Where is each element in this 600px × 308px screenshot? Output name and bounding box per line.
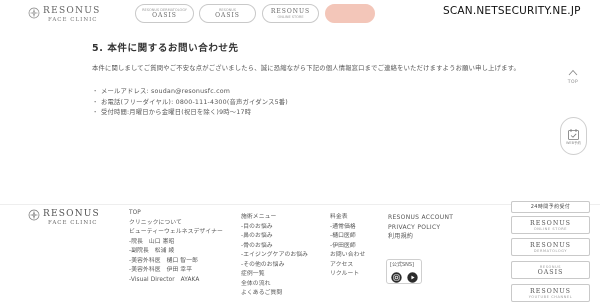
banner-dermatology-title: RESONUS [530, 241, 571, 249]
back-to-top-label: TOP [567, 80, 579, 85]
footer-link-cases[interactable]: 症例一覧 [241, 270, 308, 280]
footer-nav-menu: 施術メニュー -目のお悩み -鼻のお悩み -骨のお悩み -エイジングケアのお悩み… [241, 213, 308, 299]
footer-link-visual-director[interactable]: -Visual Director AYAKA [129, 276, 223, 286]
banner-online-store[interactable]: RESONUS ONLINE STORE [511, 216, 590, 234]
footer-nav-legal: RESONUS ACCOUNT PRIVACY POLICY 利用規約 [388, 213, 453, 242]
clinic-emblem-icon [28, 209, 40, 221]
footer-link-surgeon-ida[interactable]: -美容外科医 伊田 幸平 [129, 266, 223, 276]
contact-item-email: ・メールアドレス: soudan@resonusfc.com [92, 87, 288, 98]
banner-youtube[interactable]: RESONUS YOUTUBE CHANNEL [511, 284, 590, 302]
header-link-oasis-title: OASIS [215, 12, 240, 19]
footer-link-top[interactable]: TOP [129, 209, 223, 219]
bullet: ・ [92, 88, 99, 95]
contact-hours-text: 受付時間:月曜日から金曜日(祝日を除く)9時〜17時 [101, 109, 252, 117]
footer-logo[interactable]: RESONUS FACE CLINIC [28, 209, 118, 231]
header-link-dermatology-title: OASIS [152, 12, 177, 19]
header-link-oasis[interactable]: RESONUS OASIS [199, 4, 256, 23]
footer-logo-sub: FACE CLINIC [48, 220, 98, 226]
footer-link-privacy[interactable]: PRIVACY POLICY [388, 223, 453, 233]
banner-youtube-sub: YOUTUBE CHANNEL [528, 294, 573, 299]
footer-link-price-regular[interactable]: -通常価格 [330, 223, 365, 233]
footer-link-vice-director[interactable]: -副院長 松浦 綾 [129, 247, 223, 257]
footer-link-other[interactable]: -その他のお悩み [241, 261, 308, 271]
footer-link-menu[interactable]: 施術メニュー [241, 213, 308, 223]
footer-link-terms[interactable]: 利用規約 [388, 232, 453, 242]
section-title: 5. 本件に関するお問い合わせ先 [92, 43, 239, 54]
calendar-check-icon [568, 128, 579, 140]
sns-box: [公式SNS] [386, 259, 422, 284]
header-link-online-store-sub: ONLINE STORE [277, 15, 304, 19]
header-link-online-store[interactable]: RESONUS ONLINE STORE [262, 4, 319, 23]
banner-youtube-title: RESONUS [530, 287, 571, 295]
banner-online-store-title: RESONUS [530, 219, 571, 227]
source-watermark: SCAN.NETSECURITY.NE.JP [443, 5, 581, 17]
footer-link-about[interactable]: クリニックについて [129, 219, 223, 229]
footer-link-director[interactable]: -院長 山口 憲昭 [129, 238, 223, 248]
contact-item-hours: ・受付時間:月曜日から金曜日(祝日を除く)9時〜17時 [92, 108, 288, 119]
footer-link-designer[interactable]: ビューティーウェルネスデザイナー [129, 228, 223, 238]
footer-link-nose[interactable]: -鼻のお悩み [241, 232, 308, 242]
footer-link-surgeon-higuchi[interactable]: -美容外科医 樋口 智一郎 [129, 257, 223, 267]
header-logo[interactable]: RESONUS FACE CLINIC [28, 6, 120, 28]
header-reserve-button[interactable] [325, 4, 375, 23]
chevron-up-icon [568, 69, 578, 76]
banner-oasis-title: OASIS [537, 268, 564, 276]
banner-24h-title: 24時間予約受付 [530, 203, 571, 210]
banner-oasis[interactable]: RESONUS OASIS [511, 261, 590, 279]
contact-email-text: メールアドレス: soudan@resonusfc.com [101, 88, 231, 95]
banner-online-store-sub: ONLINE STORE [533, 226, 568, 231]
contact-phone-text: お電話(フリーダイヤル): 0800-111-4300(音声ガイダンス5番) [101, 98, 288, 106]
side-reserve-label: WEB予約 [565, 140, 582, 145]
site-header: RESONUS FACE CLINIC RESONUS DERMATOLOGY … [0, 0, 600, 30]
clinic-emblem-icon [28, 7, 40, 19]
footer-link-contact[interactable]: お問い合わせ [330, 251, 365, 261]
footer-nav-price: 料金表 -通常価格 -樋口医師 -伊田医師 お問い合わせ アクセス リクルート [330, 213, 365, 280]
footer-link-aging[interactable]: -エイジングケアのお悩み [241, 251, 308, 261]
header-logo-sub: FACE CLINIC [48, 17, 98, 23]
instagram-icon[interactable] [391, 272, 402, 283]
footer-nav-clinic: TOP クリニックについて ビューティーウェルネスデザイナー -院長 山口 憲昭… [129, 209, 223, 285]
bullet: ・ [92, 98, 99, 106]
footer-link-price-ida[interactable]: -伊田医師 [330, 242, 365, 252]
side-reserve-button[interactable]: WEB予約 [560, 117, 587, 155]
footer-link-price-higuchi[interactable]: -樋口医師 [330, 232, 365, 242]
back-to-top-button[interactable]: TOP [563, 68, 583, 94]
header-link-online-store-title: RESONUS [270, 8, 311, 15]
footer-link-flow[interactable]: 全体の流れ [241, 280, 308, 290]
youtube-icon[interactable] [407, 272, 418, 283]
banner-dermatology[interactable]: RESONUS DERMATOLOGY [511, 238, 590, 256]
inquiry-body-text: 本件に関しましてご質問やご不安な点がございましたら、誠に恐縮ながら下記の個人情報… [92, 65, 520, 72]
footer-logo-main: RESONUS [43, 209, 100, 219]
header-link-dermatology[interactable]: RESONUS DERMATOLOGY OASIS [135, 4, 194, 23]
contact-item-phone: ・お電話(フリーダイヤル): 0800-111-4300(音声ガイダンス5番) [92, 98, 288, 109]
footer-link-bone[interactable]: -骨のお悩み [241, 242, 308, 252]
footer-link-recruit[interactable]: リクルート [330, 270, 365, 280]
footer-divider [0, 204, 600, 205]
contact-list: ・メールアドレス: soudan@resonusfc.com ・お電話(フリーダ… [92, 87, 288, 119]
bullet: ・ [92, 109, 99, 117]
sns-label: [公式SNS] [390, 262, 414, 268]
footer-link-eyes[interactable]: -目のお悩み [241, 223, 308, 233]
footer-link-account[interactable]: RESONUS ACCOUNT [388, 213, 453, 223]
header-logo-main: RESONUS [43, 6, 101, 16]
footer-link-access[interactable]: アクセス [330, 261, 365, 271]
banner-24h-reserve[interactable]: 24時間予約受付 [511, 201, 590, 213]
footer-link-faq[interactable]: よくあるご質問 [241, 289, 308, 299]
footer-link-price[interactable]: 料金表 [330, 213, 365, 223]
banner-dermatology-sub: DERMATOLOGY [533, 248, 568, 253]
